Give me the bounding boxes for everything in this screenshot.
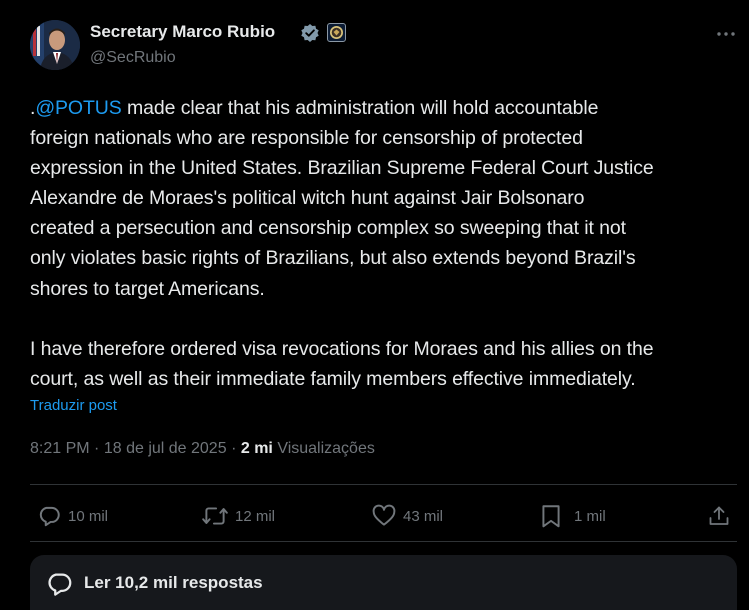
author-handle[interactable]: @SecRubio <box>90 49 176 67</box>
views-count: 2 mi <box>240 440 273 457</box>
bookmark-count: 1 mil <box>574 507 606 525</box>
post-text-line: shores to target Americans. <box>30 277 265 300</box>
post-text-line: created a persecution and censorship com… <box>30 217 626 240</box>
like-button[interactable]: 43 mil <box>371 503 443 529</box>
mention-link[interactable]: @POTUS <box>35 97 121 119</box>
like-count: 43 mil <box>403 507 444 525</box>
heart-icon <box>372 504 396 526</box>
read-replies-label: Ler 10,2 mil respostas <box>84 573 263 592</box>
verified-badge-icon[interactable] <box>300 23 320 43</box>
read-replies-button[interactable]: Ler 10,2 mil respostas <box>30 555 737 610</box>
reply-count: 10 mil <box>68 507 109 525</box>
meta-separator: · <box>94 440 104 457</box>
repost-count: 12 mil <box>235 507 276 525</box>
bookmark-icon <box>542 505 560 528</box>
reply-bubble-icon <box>39 506 60 527</box>
reply-button[interactable]: 10 mil <box>36 503 108 529</box>
post-text-line: only violates basic rights of Brazilians… <box>30 247 636 270</box>
post-card: Secretary Marco Rubio @SecRubio .@POTUS … <box>0 0 749 610</box>
divider <box>30 484 737 485</box>
bookmark-button[interactable]: 1 mil <box>540 503 606 529</box>
views-label: Visualizações <box>277 440 375 457</box>
post-text-line: .@POTUS made clear that his administrati… <box>30 97 599 119</box>
post-text-line: court, as well as their immediate family… <box>30 367 636 390</box>
post-text: .@POTUS made clear that his administrati… <box>30 93 742 394</box>
avatar-portrait-icon <box>30 20 80 70</box>
post-meta: 8:21 PM · 18 de jul de 2025 · 2 mi Visua… <box>30 440 375 458</box>
share-icon <box>709 506 729 525</box>
more-options-button[interactable] <box>714 24 738 44</box>
avatar[interactable] <box>30 20 80 70</box>
share-button[interactable] <box>707 503 737 529</box>
reply-bubble-icon <box>48 573 72 596</box>
author-name[interactable]: Secretary Marco Rubio <box>90 22 275 42</box>
post-date[interactable]: 18 de jul de 2025 <box>104 440 227 457</box>
post-text-line: foreign nationals who are responsible fo… <box>30 127 583 150</box>
meta-separator: · <box>231 440 241 457</box>
post-time[interactable]: 8:21 PM <box>30 440 90 457</box>
post-text-line: expression in the United States. Brazili… <box>30 157 654 180</box>
repost-arrows-icon <box>202 507 228 525</box>
repost-button[interactable]: 12 mil <box>201 503 275 529</box>
state-department-seal-icon[interactable] <box>327 23 346 42</box>
post-text-line: Alexandre de Moraes's political witch hu… <box>30 187 585 210</box>
translate-post-link[interactable]: Traduzir post <box>30 397 117 414</box>
divider <box>30 541 737 542</box>
more-horizontal-icon <box>717 32 735 36</box>
post-text-line: I have therefore ordered visa revocation… <box>30 337 654 360</box>
